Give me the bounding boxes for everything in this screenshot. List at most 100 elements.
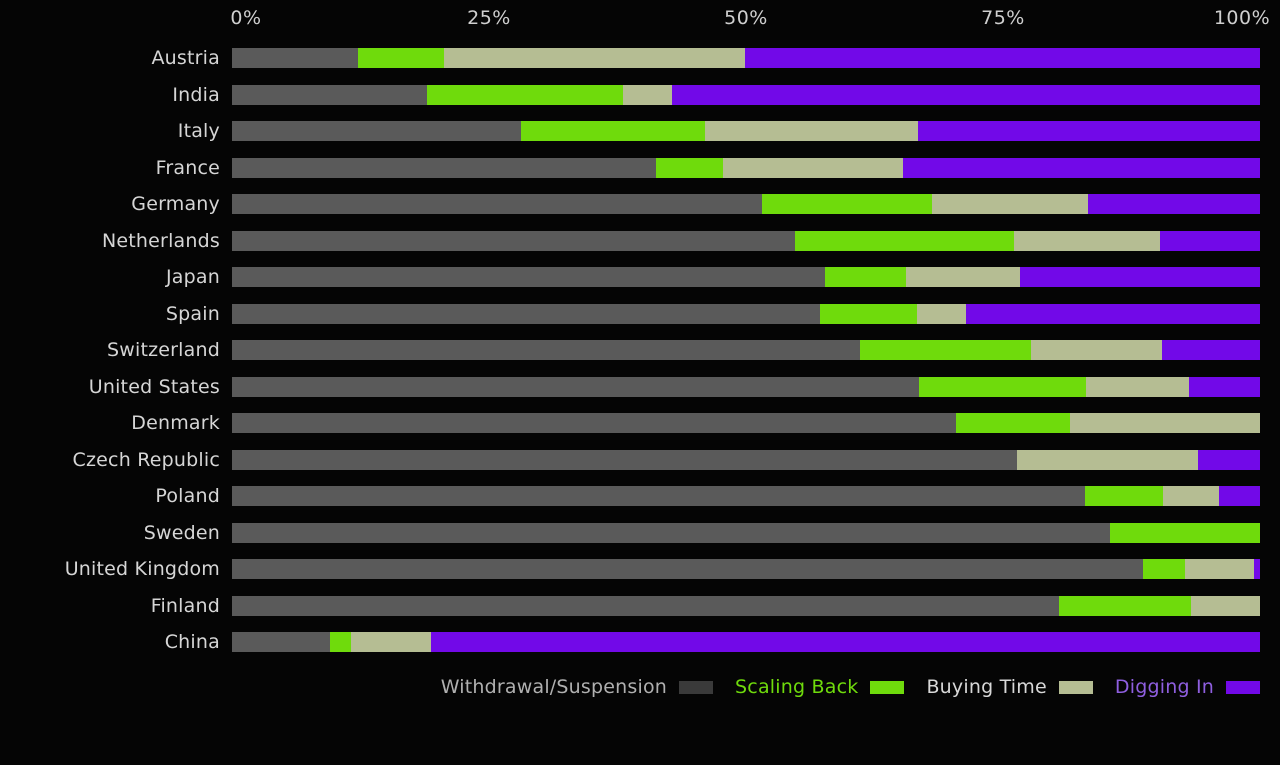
bar-segment[interactable] [917, 121, 1260, 141]
bar-segment[interactable] [232, 559, 1143, 579]
bar-segment[interactable] [825, 267, 907, 287]
category-label: Germany [131, 193, 220, 215]
stacked-bar[interactable] [232, 48, 1260, 68]
bar-segment[interactable] [1160, 230, 1260, 251]
bar-segment[interactable] [918, 376, 1087, 397]
bar-segment[interactable] [1058, 595, 1192, 616]
bar-segment[interactable] [232, 486, 1086, 506]
bar-segment[interactable] [655, 157, 724, 178]
stacked-bar[interactable] [232, 157, 1260, 178]
bar-segment[interactable] [1198, 449, 1260, 470]
category-label: Spain [165, 302, 220, 325]
bar-segment[interactable] [1184, 559, 1254, 579]
category-label: Switzerland [106, 339, 220, 361]
bar-segment[interactable] [232, 449, 1018, 470]
stacked-bar[interactable] [232, 121, 1260, 141]
bar-segment[interactable] [1086, 376, 1190, 397]
bar-segment[interactable] [520, 121, 705, 141]
legend-item[interactable]: Withdrawal/Suspension [441, 676, 735, 698]
bar-segment[interactable] [820, 303, 917, 324]
bar-segment[interactable] [955, 413, 1070, 433]
stacked-bar[interactable] [232, 413, 1260, 433]
legend-swatch [870, 680, 905, 694]
category-label: Sweden [143, 521, 220, 544]
bar-segment[interactable] [232, 595, 1059, 616]
stacked-bar[interactable] [232, 340, 1260, 360]
chart-row: China [0, 624, 1280, 661]
bar-segment[interactable] [965, 303, 1260, 324]
bar-segment[interactable] [916, 303, 966, 324]
stacked-bar[interactable] [232, 595, 1260, 616]
bar-segment[interactable] [431, 632, 1260, 652]
bar-segment[interactable] [932, 194, 1089, 214]
bar-segment[interactable] [232, 340, 861, 360]
bar-segment[interactable] [329, 632, 352, 652]
bar-segment[interactable] [860, 340, 1031, 360]
bar-segment[interactable] [1142, 559, 1185, 579]
stacked-bar[interactable] [232, 84, 1260, 105]
bar-segment[interactable] [723, 157, 904, 178]
bar-segment[interactable] [1191, 595, 1260, 616]
bar-segment[interactable] [232, 121, 521, 141]
bar-segment[interactable] [232, 303, 821, 324]
bar-segment[interactable] [1017, 449, 1199, 470]
stacked-bar[interactable] [232, 449, 1260, 470]
stacked-bar[interactable] [232, 230, 1260, 251]
chart-row: Finland [0, 588, 1280, 625]
bar-segment[interactable] [232, 48, 359, 68]
bar-segment[interactable] [427, 84, 623, 105]
bar-segment[interactable] [1088, 194, 1260, 214]
bar-segment[interactable] [232, 194, 763, 214]
bar-segment[interactable] [1163, 486, 1219, 506]
chart-row: Japan [0, 259, 1280, 296]
bar-segment[interactable] [232, 84, 428, 105]
bar-segment[interactable] [232, 522, 1110, 543]
bar-segment[interactable] [795, 230, 1015, 251]
chart-row: India [0, 77, 1280, 114]
category-label: Poland [155, 485, 220, 507]
stacked-bar[interactable] [232, 376, 1260, 397]
bar-segment[interactable] [1109, 522, 1260, 543]
bar-segment[interactable] [704, 121, 918, 141]
stacked-bar[interactable] [232, 486, 1260, 506]
bar-segment[interactable] [622, 84, 672, 105]
bar-segment[interactable] [1085, 486, 1164, 506]
bar-segment[interactable] [1189, 376, 1260, 397]
bar-segment[interactable] [358, 48, 444, 68]
legend-item[interactable]: Scaling Back [735, 676, 926, 698]
category-label: India [172, 83, 220, 106]
category-label: Netherlands [101, 229, 220, 252]
bar-segment[interactable] [1069, 413, 1260, 433]
bar-segment[interactable] [1020, 267, 1260, 287]
bar-segment[interactable] [1014, 230, 1161, 251]
bar-segment[interactable] [1030, 340, 1163, 360]
stacked-bar[interactable] [232, 632, 1260, 652]
chart-row: Germany [0, 186, 1280, 223]
chart-legend: Withdrawal/Suspension Scaling Back Buying … [0, 672, 1280, 702]
bar-segment[interactable] [1162, 340, 1260, 360]
legend-swatch [1058, 680, 1093, 694]
bar-segment[interactable] [762, 194, 933, 214]
bar-segment[interactable] [232, 230, 796, 251]
stacked-bar[interactable] [232, 522, 1260, 543]
bar-segment[interactable] [744, 48, 1260, 68]
bar-segment[interactable] [232, 413, 956, 433]
bar-segment[interactable] [351, 632, 432, 652]
stacked-bar[interactable] [232, 194, 1260, 214]
bar-segment[interactable] [671, 84, 1260, 105]
stacked-bar[interactable] [232, 559, 1260, 579]
bar-segment[interactable] [903, 157, 1260, 178]
stacked-bar[interactable] [232, 303, 1260, 324]
legend-item[interactable]: Buying Time [926, 676, 1114, 698]
chart-row: Sweden [0, 515, 1280, 552]
legend-item[interactable]: Digging In [1115, 676, 1260, 698]
bar-segment[interactable] [1218, 486, 1260, 506]
stacked-bar[interactable] [232, 267, 1260, 287]
bar-segment[interactable] [443, 48, 745, 68]
bar-segment[interactable] [232, 376, 919, 397]
bar-segment[interactable] [232, 632, 330, 652]
bar-segment[interactable] [1253, 559, 1260, 579]
bar-segment[interactable] [232, 267, 826, 287]
bar-segment[interactable] [232, 157, 656, 178]
bar-segment[interactable] [906, 267, 1021, 287]
